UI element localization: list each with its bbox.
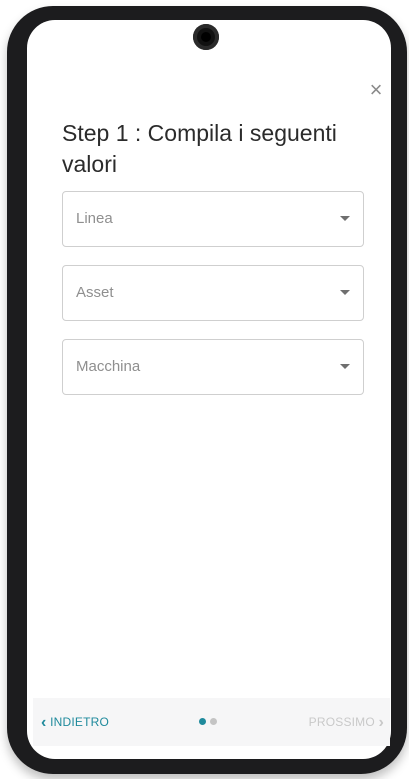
step-indicator bbox=[199, 718, 221, 726]
chevron-left-icon: ‹ bbox=[41, 714, 47, 731]
macchina-select[interactable]: Macchina bbox=[62, 339, 364, 395]
page-title: Step 1 : Compila i seguenti valori bbox=[62, 120, 337, 177]
chevron-right-icon: › bbox=[378, 714, 384, 731]
dropdown-arrow-icon bbox=[340, 364, 350, 369]
camera-lens bbox=[201, 32, 211, 42]
linea-select[interactable]: Linea bbox=[62, 191, 364, 247]
front-camera-icon bbox=[193, 24, 219, 50]
step-navigation-bar: ‹ INDIETRO PROSSIMO › bbox=[33, 698, 390, 746]
back-button[interactable]: ‹ INDIETRO bbox=[41, 698, 109, 746]
dropdown-arrow-icon bbox=[340, 216, 350, 221]
next-button[interactable]: PROSSIMO › bbox=[309, 698, 384, 746]
back-button-label: INDIETRO bbox=[50, 715, 110, 729]
step-dot-active bbox=[199, 718, 206, 725]
close-icon[interactable]: × bbox=[365, 79, 387, 101]
asset-select-label: Asset bbox=[76, 284, 114, 301]
dropdown-arrow-icon bbox=[340, 290, 350, 295]
macchina-select-label: Macchina bbox=[76, 358, 141, 375]
step-dot bbox=[210, 718, 217, 725]
next-button-label: PROSSIMO bbox=[308, 715, 375, 729]
asset-select[interactable]: Asset bbox=[62, 265, 364, 321]
linea-select-label: Linea bbox=[76, 210, 113, 227]
